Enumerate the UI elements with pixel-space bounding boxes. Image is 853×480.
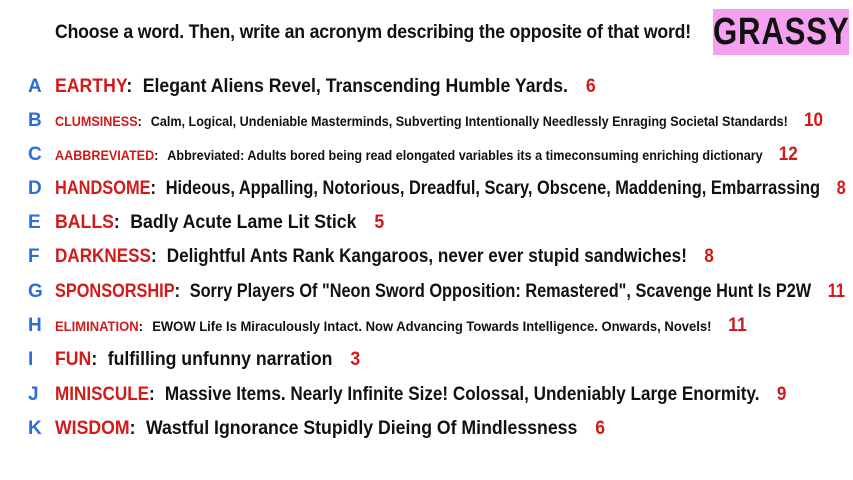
entry-a: A EARTHY: Elegant Aliens Revel, Transcen… — [0, 72, 853, 102]
entry-letter: D — [28, 178, 42, 199]
entry-acronym: fulfilling unfunny narration — [107, 349, 333, 370]
slide: Choose a word. Then, write an acronym de… — [0, 0, 853, 480]
entry-acronym: Sorry Players Of "Neon Sword Opposition:… — [189, 281, 812, 302]
entry-k: K WISDOM: Wastful Ignorance Stupidly Die… — [0, 414, 853, 444]
entry-word: DARKNESS — [55, 246, 151, 267]
entry-word: FUN — [55, 349, 92, 370]
entry-letter: H — [28, 315, 42, 336]
entry-score: 12 — [778, 144, 798, 165]
entry-word: CLUMSINESS — [55, 113, 138, 129]
target-word: GRASSY — [712, 10, 850, 53]
entry-j: J MINISCULE: Massive Items. Nearly Infin… — [0, 380, 853, 410]
entry-word: HANDSOME — [55, 178, 151, 199]
entry-content: CLUMSINESS: Calm, Logical, Undeniable Ma… — [55, 110, 823, 131]
entry-b: B CLUMSINESS: Calm, Logical, Undeniable … — [0, 106, 853, 136]
entry-letter: B — [28, 110, 42, 131]
entry-score: 6 — [595, 418, 606, 439]
entry-score: 3 — [350, 349, 361, 370]
entry-acronym: EWOW Life Is Miraculously Intact. Now Ad… — [152, 318, 712, 334]
entry-score: 9 — [776, 384, 787, 405]
entry-d: D HANDSOME: Hideous, Appalling, Notoriou… — [0, 174, 853, 204]
entry-word: ELIMINATION — [55, 318, 139, 334]
entry-content: FUN: fulfilling unfunny narration 3 — [55, 349, 361, 370]
entry-content: DARKNESS: Delightful Ants Rank Kangaroos… — [55, 246, 714, 267]
entry-word: MINISCULE — [55, 384, 150, 405]
entry-score: 10 — [803, 110, 823, 131]
entry-content: EARTHY: Elegant Aliens Revel, Transcendi… — [55, 76, 596, 97]
entry-h: H ELIMINATION: EWOW Life Is Miraculously… — [0, 311, 853, 341]
entry-word: WISDOM — [55, 418, 130, 439]
entry-acronym: Delightful Ants Rank Kangaroos, never ev… — [166, 246, 687, 267]
entry-acronym: Calm, Logical, Undeniable Masterminds, S… — [150, 113, 788, 129]
entry-acronym: Abbreviated: Adults bored being read elo… — [167, 147, 763, 163]
entry-score: 11 — [827, 281, 845, 302]
entry-letter: A — [28, 76, 42, 97]
entry-content: ELIMINATION: EWOW Life Is Miraculously I… — [55, 315, 747, 336]
entry-word: AABBREVIATED — [55, 147, 155, 163]
entry-content: SPONSORSHIP: Sorry Players Of "Neon Swor… — [55, 281, 845, 302]
entry-score: 8 — [836, 178, 846, 199]
entry-letter: F — [28, 246, 40, 267]
entry-acronym: Wastful Ignorance Stupidly Dieing Of Min… — [145, 418, 578, 439]
target-word-badge: GRASSY — [713, 9, 849, 55]
entry-letter: E — [28, 212, 41, 233]
entry-f: F DARKNESS: Delightful Ants Rank Kangaro… — [0, 242, 853, 272]
entry-letter: C — [28, 144, 42, 165]
entry-score: 8 — [704, 246, 714, 267]
entry-acronym: Hideous, Appalling, Notorious, Dreadful,… — [165, 178, 821, 199]
entry-word: EARTHY — [55, 76, 127, 97]
entry-content: BALLS: Badly Acute Lame Lit Stick 5 — [55, 212, 385, 233]
entry-score: 11 — [728, 315, 747, 336]
prompt-text: Choose a word. Then, write an acronym de… — [55, 22, 691, 43]
entry-content: MINISCULE: Massive Items. Nearly Infinit… — [55, 384, 787, 405]
entry-letter: G — [28, 281, 43, 302]
entry-g: G SPONSORSHIP: Sorry Players Of "Neon Sw… — [0, 277, 853, 307]
entry-score: 5 — [374, 212, 385, 233]
entry-content: WISDOM: Wastful Ignorance Stupidly Diein… — [55, 418, 606, 439]
entry-word: BALLS — [55, 212, 114, 233]
entry-letter: J — [28, 384, 39, 405]
entry-letter: K — [28, 418, 42, 439]
entry-content: HANDSOME: Hideous, Appalling, Notorious,… — [55, 178, 846, 199]
entry-score: 6 — [585, 76, 596, 97]
entry-content: AABBREVIATED: Abbreviated: Adults bored … — [55, 144, 798, 165]
entry-acronym: Massive Items. Nearly Infinite Size! Col… — [164, 384, 760, 405]
entry-e: E BALLS: Badly Acute Lame Lit Stick 5 — [0, 208, 853, 238]
entry-acronym: Badly Acute Lame Lit Stick — [130, 212, 357, 233]
entry-c: C AABBREVIATED: Abbreviated: Adults bore… — [0, 140, 853, 170]
entry-i: I FUN: fulfilling unfunny narration 3 — [0, 345, 853, 375]
entry-letter: I — [28, 349, 34, 370]
entry-acronym: Elegant Aliens Revel, Transcending Humbl… — [142, 76, 568, 97]
entry-word: SPONSORSHIP — [55, 281, 175, 302]
